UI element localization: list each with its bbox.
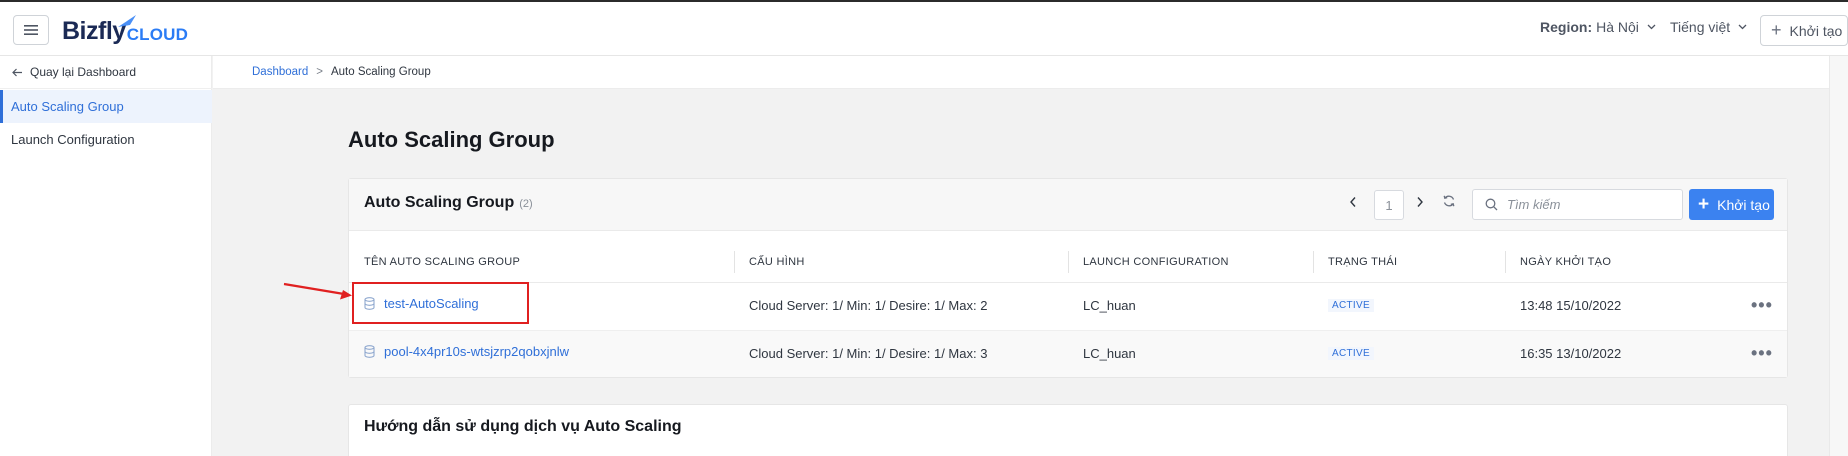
bizfly-logo[interactable]: Bizfly CLOUD [62, 11, 188, 51]
breadcrumb-dashboard-link[interactable]: Dashboard [252, 66, 308, 78]
page-scrollbar[interactable] [1829, 56, 1848, 456]
next-page-button[interactable] [1416, 195, 1424, 213]
previous-page-button[interactable] [1349, 195, 1357, 213]
refresh-icon [1443, 195, 1455, 207]
top-bar: Bizfly CLOUD Region: Hà Nội Tiếng việt +… [0, 0, 1848, 56]
auto-scaling-group-card: Auto Scaling Group (2) 1 Tìm kiếm + Khởi… [348, 178, 1788, 378]
sidebar: Quay lại Dashboard Auto Scaling Group La… [0, 56, 212, 456]
page-title: Auto Scaling Group [348, 127, 555, 152]
column-divider [1505, 251, 1506, 273]
column-header-name[interactable]: TÊN AUTO SCALING GROUP [364, 256, 520, 268]
sidebar-item-launch-configuration[interactable]: Launch Configuration [0, 123, 212, 156]
group-count: (2) [519, 198, 533, 210]
status-badge: ACTIVE [1328, 299, 1374, 312]
config-cell: Cloud Server: 1/ Min: 1/ Desire: 1/ Max:… [749, 346, 988, 361]
column-divider [1313, 251, 1314, 273]
sidebar-divider [0, 88, 212, 89]
more-options-icon[interactable]: ••• [1751, 343, 1773, 364]
sidebar-item-auto-scaling-group[interactable]: Auto Scaling Group [0, 90, 212, 123]
plus-icon: + [1771, 20, 1782, 40]
guide-title: Hướng dẫn sử dụng dịch vụ Auto Scaling [364, 418, 682, 435]
more-options-icon[interactable]: ••• [1751, 295, 1773, 316]
search-input[interactable] [1507, 197, 1667, 212]
card-header: Auto Scaling Group (2) 1 Tìm kiếm + Khởi… [349, 179, 1787, 231]
chevron-right-icon [1417, 197, 1423, 207]
launch-configuration-cell: LC_huan [1083, 298, 1136, 313]
created-date-cell: 13:48 15/10/2022 [1520, 298, 1622, 313]
guide-card: Hướng dẫn sử dụng dịch vụ Auto Scaling [348, 404, 1788, 456]
plus-icon: + [1698, 193, 1710, 215]
hamburger-icon [24, 25, 38, 35]
arrow-left-icon [12, 68, 22, 76]
database-icon [364, 345, 375, 358]
search-icon [1485, 198, 1498, 211]
logo-swoosh-icon [118, 15, 136, 27]
search-box[interactable] [1472, 189, 1683, 220]
breadcrumb-bar: Dashboard > Auto Scaling Group [213, 56, 1848, 89]
column-header-config[interactable]: CẤU HÌNH [749, 256, 805, 268]
table-row: test-AutoScaling Cloud Server: 1/ Min: 1… [349, 283, 1787, 330]
chevron-down-icon [1647, 24, 1656, 30]
breadcrumb-current: Auto Scaling Group [330, 66, 431, 78]
back-to-dashboard-link[interactable]: Quay lại Dashboard [12, 65, 136, 79]
launch-configuration-cell: LC_huan [1083, 346, 1136, 361]
table-row: pool-4x4pr10s-wtsjzrp2qobxjnlw Cloud Ser… [349, 330, 1787, 377]
chevron-left-icon [1350, 197, 1356, 207]
card-title: Auto Scaling Group (2) [364, 194, 533, 211]
status-badge: ACTIVE [1328, 347, 1374, 360]
region-selector[interactable]: Region: Hà Nội [1540, 19, 1656, 35]
create-button-top[interactable]: + Khởi tạo [1760, 15, 1848, 46]
config-cell: Cloud Server: 1/ Min: 1/ Desire: 1/ Max:… [749, 298, 988, 313]
language-selector[interactable]: Tiếng việt [1670, 19, 1747, 35]
chevron-down-icon [1738, 24, 1747, 30]
annotation-arrow-icon [283, 282, 352, 300]
group-name-link[interactable]: pool-4x4pr10s-wtsjzrp2qobxjnlw [364, 344, 569, 359]
breadcrumb-separator: > [316, 66, 323, 78]
create-group-button[interactable]: + Khởi tạo [1689, 189, 1774, 220]
column-header-status[interactable]: TRẠNG THÁI [1328, 256, 1397, 268]
column-header-created-date[interactable]: NGÀY KHỞI TẠO [1520, 256, 1611, 268]
refresh-button[interactable] [1442, 194, 1456, 213]
column-divider [1068, 251, 1069, 273]
column-header-launch-configuration[interactable]: LAUNCH CONFIGURATION [1083, 256, 1229, 268]
annotation-highlight-box [352, 282, 529, 324]
breadcrumb: Dashboard > Auto Scaling Group [252, 66, 431, 78]
menu-button[interactable] [13, 15, 49, 45]
column-divider [734, 251, 735, 273]
page-number[interactable]: 1 [1374, 190, 1404, 220]
created-date-cell: 16:35 13/10/2022 [1520, 346, 1622, 361]
